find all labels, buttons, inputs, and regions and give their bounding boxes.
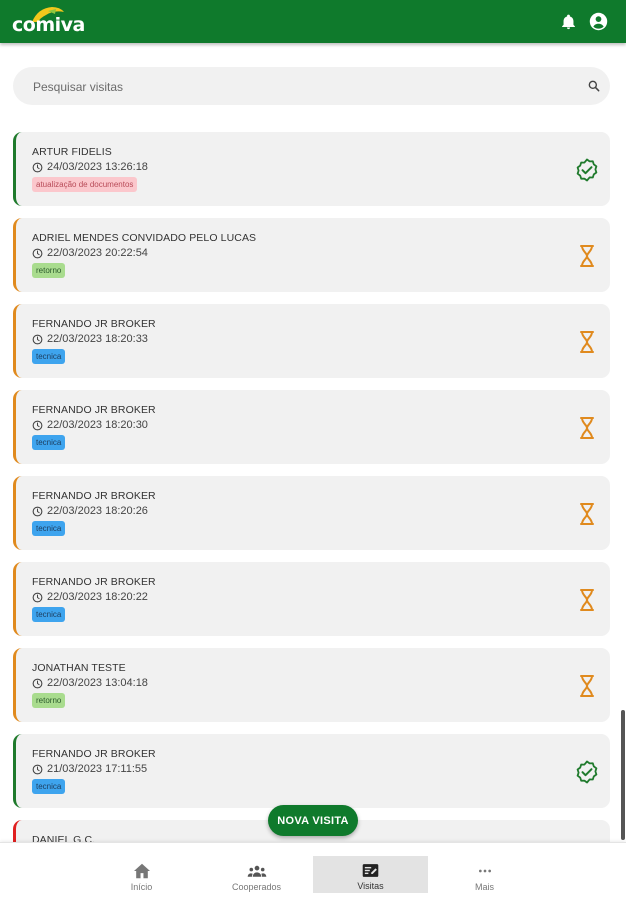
- visit-datetime-text: 22/03/2023 13:04:18: [47, 677, 148, 689]
- brand-name: comiva: [12, 14, 85, 36]
- app-bar: comiva: [0, 0, 626, 43]
- visit-datetime-text: 21/03/2023 17:11:55: [47, 763, 148, 775]
- visit-name: ARTUR FIDELIS: [32, 146, 112, 158]
- search-input[interactable]: [31, 76, 555, 98]
- visit-card[interactable]: FERNANDO JR BROKER 22/03/2023 18:20:22 tec…: [13, 562, 610, 636]
- hourglass-icon: [580, 503, 594, 525]
- clock-icon: [32, 764, 43, 775]
- visit-datetime-text: 22/03/2023 18:20:26: [47, 505, 148, 517]
- bell-icon[interactable]: [560, 13, 577, 31]
- home-icon: [133, 863, 150, 879]
- visit-card[interactable]: JONATHAN TESTE 22/03/2023 13:04:18 retorno: [13, 648, 610, 722]
- visit-name: JONATHAN TESTE: [32, 662, 126, 674]
- visit-datetime: 22/03/2023 20:22:54: [32, 247, 148, 259]
- nav-label: Cooperados: [231, 882, 282, 892]
- visit-datetime: 21/03/2023 17:11:55: [32, 763, 147, 775]
- visit-type-tag: atualização de documentos: [32, 177, 138, 192]
- nav-label: Mais: [474, 882, 494, 892]
- search-icon[interactable]: [587, 79, 601, 93]
- visit-card[interactable]: ARTUR FIDELIS 24/03/2023 13:26:18 atualiza…: [13, 132, 610, 206]
- people-icon: [247, 865, 266, 877]
- clock-icon: [32, 162, 43, 173]
- visit-datetime-text: 24/03/2023 13:26:18: [47, 161, 148, 173]
- clock-icon: [32, 334, 43, 345]
- nav-mais[interactable]: Mais: [427, 856, 542, 900]
- visit-type-tag: tecnica: [32, 521, 66, 536]
- visit-type-tag: tecnica: [32, 779, 66, 794]
- nav-label: Início: [130, 882, 153, 892]
- hourglass-icon: [580, 589, 594, 611]
- new-visit-button[interactable]: NOVA VISITA: [268, 805, 358, 836]
- visit-datetime: 22/03/2023 18:20:30: [32, 419, 148, 431]
- clock-icon: [32, 678, 43, 689]
- visit-name: FERNANDO JR BROKER: [32, 748, 156, 760]
- hourglass-icon: [580, 417, 594, 439]
- visit-name: FERNANDO JR BROKER: [32, 490, 156, 502]
- visit-card[interactable]: FERNANDO JR BROKER 22/03/2023 18:20:33 tec…: [13, 304, 610, 378]
- hourglass-icon: [580, 675, 594, 697]
- visit-name: FERNANDO JR BROKER: [32, 576, 156, 588]
- visit-datetime: 22/03/2023 18:20:22: [32, 591, 148, 603]
- visit-name: DANIEL G.C.: [32, 834, 96, 842]
- verified-check-icon: [576, 158, 598, 182]
- clock-icon: [32, 420, 43, 431]
- visit-datetime: 24/03/2023 13:26:18: [32, 161, 148, 173]
- nav-inicio[interactable]: Início: [84, 856, 199, 900]
- visit-type-tag: tecnica: [32, 607, 66, 622]
- verified-check-icon: [576, 760, 598, 784]
- visit-datetime: 22/03/2023 13:04:18: [32, 677, 148, 689]
- nav-label: Visitas: [357, 881, 384, 891]
- search-bar[interactable]: [13, 67, 610, 105]
- visit-type-tag: tecnica: [32, 435, 66, 450]
- visit-datetime-text: 22/03/2023 20:22:54: [47, 247, 148, 259]
- account-circle-icon[interactable]: [589, 12, 608, 31]
- visits-icon: [362, 864, 379, 877]
- comiva-logo: comiva: [12, 6, 85, 38]
- scrollbar[interactable]: [621, 710, 625, 840]
- visit-type-tag: tecnica: [32, 349, 66, 364]
- more-icon: [478, 869, 491, 873]
- visit-datetime-text: 22/03/2023 18:20:22: [47, 591, 148, 603]
- clock-icon: [32, 592, 43, 603]
- visit-card[interactable]: ADRIEL MENDES CONVIDADO PELO LUCAS 22/03/…: [13, 218, 610, 292]
- visit-name: FERNANDO JR BROKER: [32, 318, 156, 330]
- visit-type-tag: retorno: [32, 263, 66, 278]
- visits-list: ARTUR FIDELIS 24/03/2023 13:26:18 atualiza…: [13, 132, 610, 842]
- visit-datetime-text: 22/03/2023 18:20:30: [47, 419, 148, 431]
- hourglass-icon: [580, 245, 594, 267]
- clock-icon: [32, 248, 43, 259]
- bottom-navigation: Início Cooperados Visitas Mais: [0, 842, 626, 901]
- visit-card[interactable]: FERNANDO JR BROKER 22/03/2023 18:20:26 tec…: [13, 476, 610, 550]
- visit-name: ADRIEL MENDES CONVIDADO PELO LUCAS: [32, 232, 257, 244]
- visit-type-tag: retorno: [32, 693, 66, 708]
- visit-card[interactable]: FERNANDO JR BROKER 22/03/2023 18:20:30 tec…: [13, 390, 610, 464]
- clock-icon: [32, 506, 43, 517]
- visit-datetime: 22/03/2023 18:20:33: [32, 333, 148, 345]
- nav-visitas[interactable]: Visitas: [313, 856, 428, 893]
- visit-name: FERNANDO JR BROKER: [32, 404, 156, 416]
- nav-cooperados[interactable]: Cooperados: [199, 856, 314, 900]
- visit-card[interactable]: FERNANDO JR BROKER 21/03/2023 17:11:55 tec…: [13, 734, 610, 808]
- visit-datetime-text: 22/03/2023 18:20:33: [47, 333, 148, 345]
- hourglass-icon: [580, 331, 594, 353]
- visit-datetime: 22/03/2023 18:20:26: [32, 505, 148, 517]
